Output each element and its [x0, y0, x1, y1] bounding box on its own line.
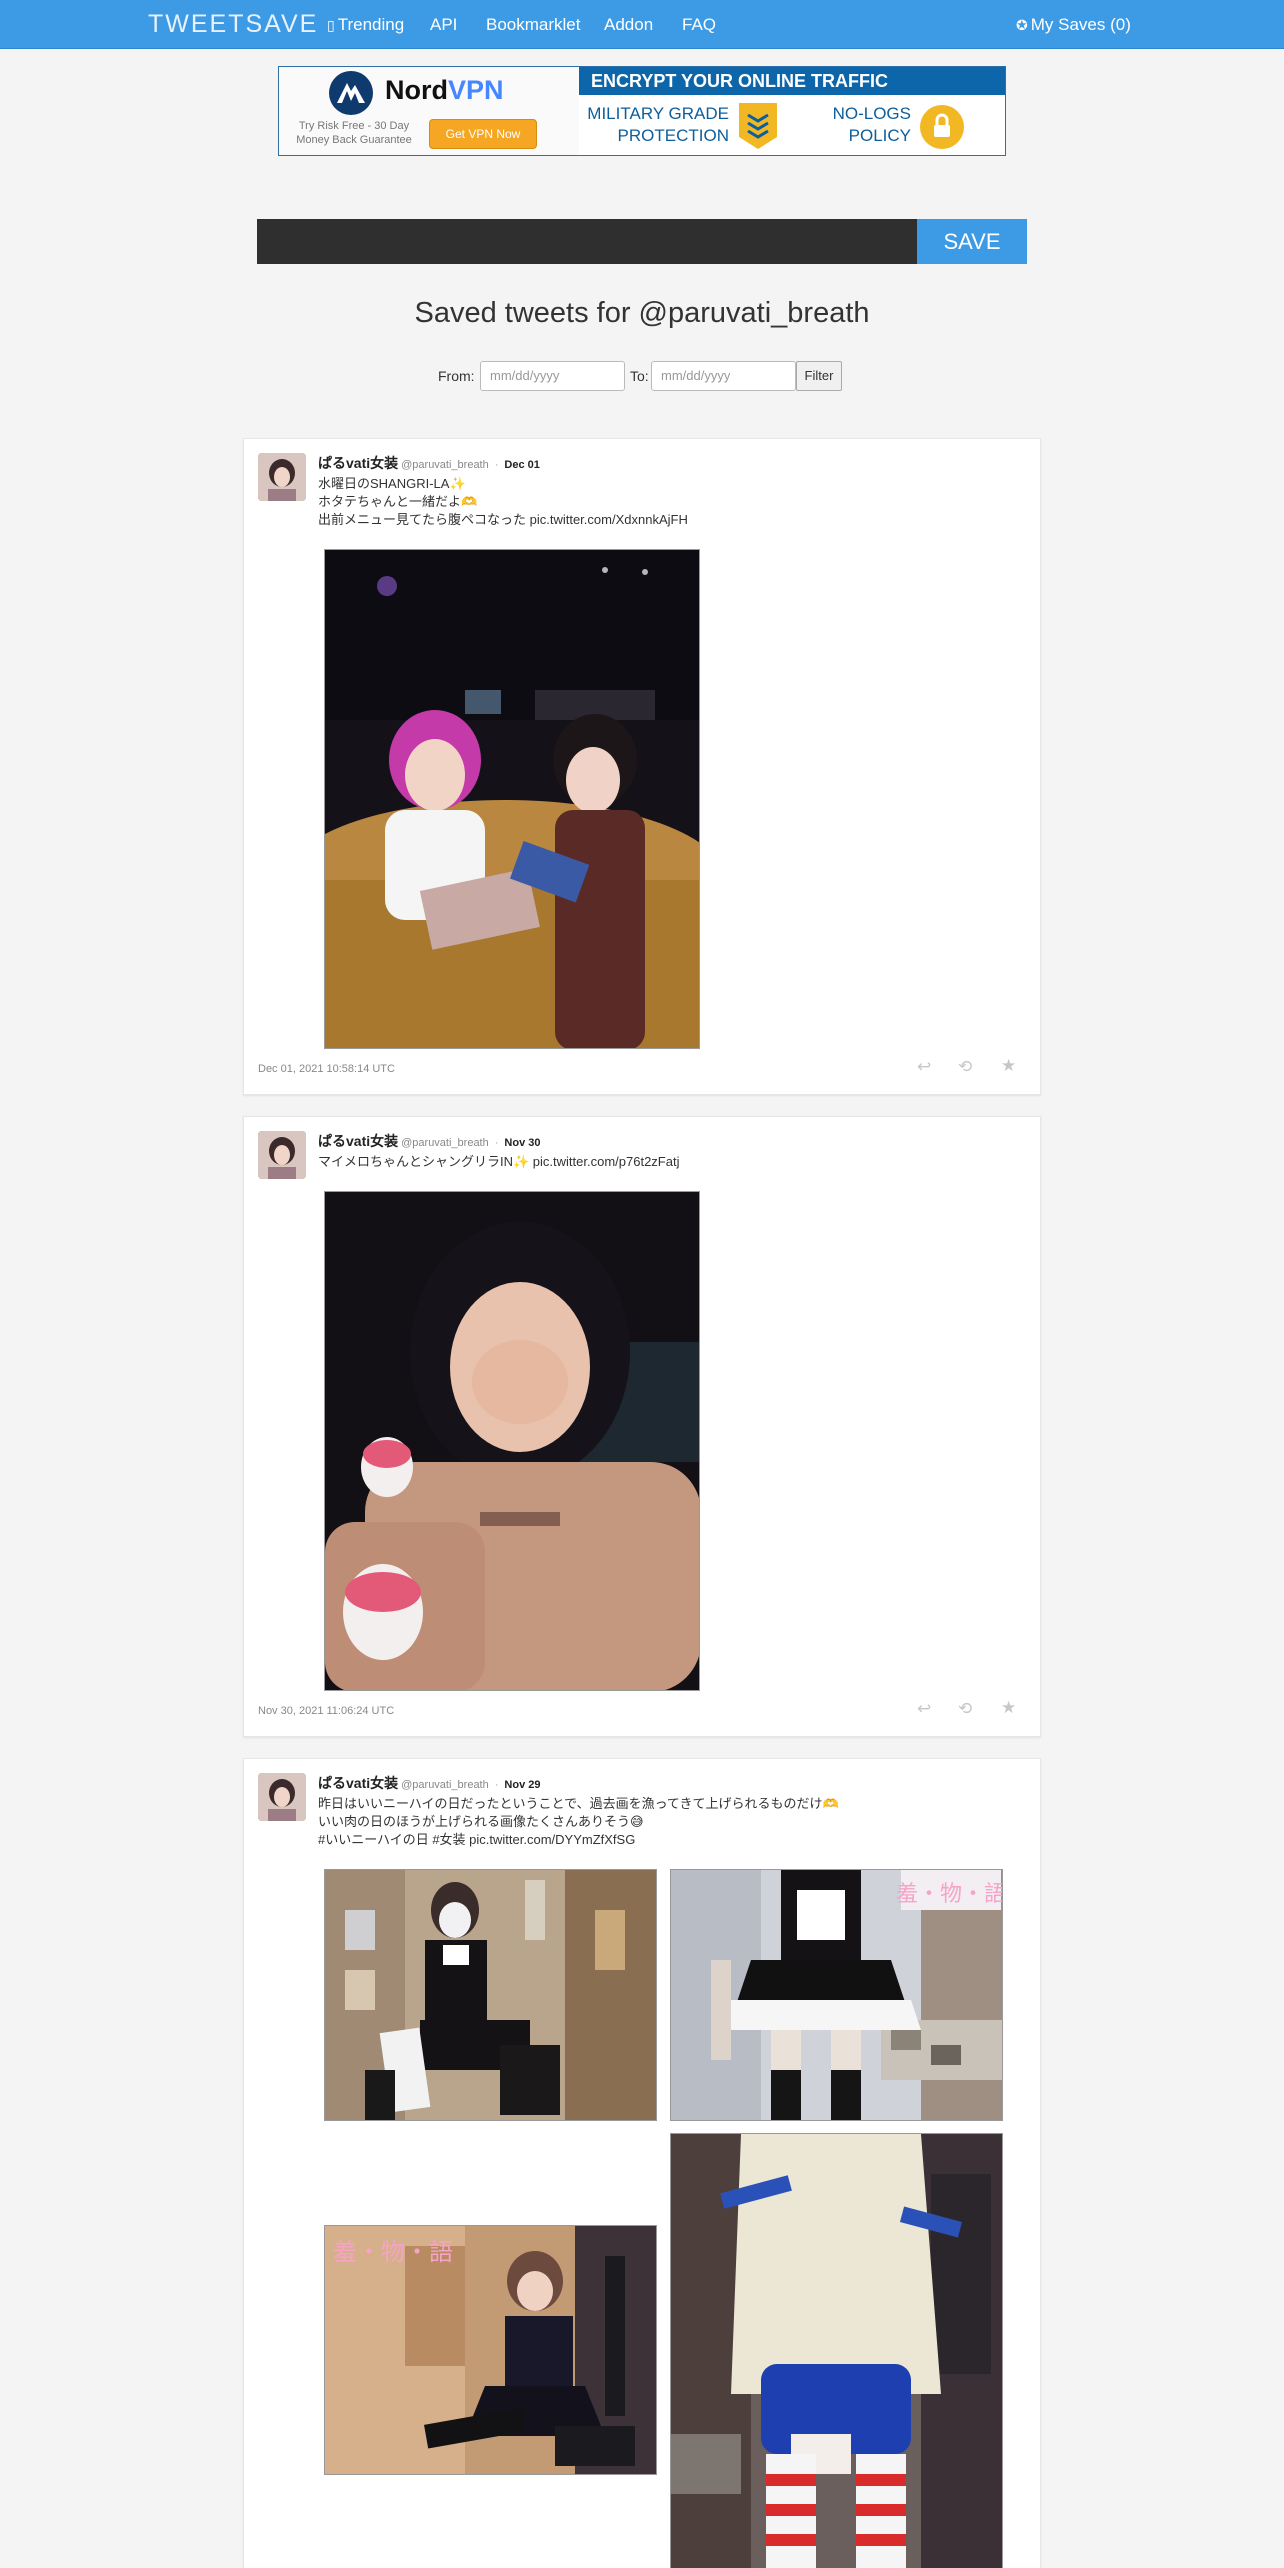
tweet-url-input[interactable]	[257, 219, 917, 264]
tweet-photo[interactable]	[324, 549, 700, 1049]
chevron-badge-icon	[735, 101, 781, 151]
tweet-author-name[interactable]: ぱるvati女装	[318, 455, 398, 471]
nordvpn-mountain-icon	[329, 71, 373, 115]
tweet-photo[interactable]: 羞・物・語	[670, 1869, 1003, 2121]
lock-shield-icon	[919, 101, 965, 151]
separator-dot: ·	[494, 459, 499, 471]
tweet-author-handle[interactable]: @paruvati_breath	[401, 1779, 489, 1791]
star-icon[interactable]: ★	[1001, 1056, 1016, 1076]
fire-icon: ▯	[327, 18, 335, 34]
nav-my-saves[interactable]: ✪ My Saves (0)	[1016, 15, 1131, 35]
save-tweet-form: SAVE	[257, 219, 1027, 264]
tweet-timestamp: Nov 30, 2021 11:06:24 UTC	[258, 1705, 395, 1717]
tweet-photo[interactable]: 羞・物・語	[324, 2225, 657, 2475]
date-filter: From: mm/dd/yyyy To: mm/dd/yyyy Filter	[0, 361, 1284, 391]
tweet-text: マイメロちゃんとシャングリラIN✨ pic.twitter.com/p76t2z…	[318, 1154, 680, 1169]
save-button[interactable]: SAVE	[917, 219, 1027, 264]
ad-left-panel: NordVPN Try Risk Free - 30 Day Money Bac…	[279, 67, 579, 155]
tweet-header: ぱるvati女装 @paruvati_breath · Nov 29	[318, 1773, 540, 1793]
tweet-timestamp: Dec 01, 2021 10:58:14 UTC	[258, 1063, 395, 1075]
avatar[interactable]	[258, 453, 306, 501]
reply-icon[interactable]: ↩	[917, 1699, 931, 1719]
tweet-text: 昨日はいいニーハイの日だったということで、過去画を漁ってきて上げられるものだけ🫶…	[318, 1796, 839, 1847]
tweet-text: 水曜日のSHANGRI-LA✨ ホタテちゃんと一緒だよ🫶 出前メニュー見てたら腹…	[318, 476, 688, 527]
my-saves-label: My Saves (0)	[1030, 15, 1131, 34]
tweet-photo[interactable]	[670, 2133, 1003, 2568]
nav-trending-label: Trending	[337, 15, 405, 34]
page-title: Saved tweets for @paruvati_breath	[414, 297, 870, 329]
image-watermark: 羞・物・語	[896, 1882, 1003, 1907]
ad-headline: ENCRYPT YOUR ONLINE TRAFFIC	[579, 67, 1005, 95]
top-navbar: TWEETSAVE ▯ Trending API Bookmarklet Addo…	[0, 0, 1284, 49]
image-watermark: 羞・物・語	[333, 2238, 453, 2266]
tweet-card: ぱるvati女装 @paruvati_breath · Dec 01 水曜日のSHAN…	[243, 438, 1041, 1095]
tweet-author-handle[interactable]: @paruvati_breath	[401, 459, 489, 471]
retweet-icon[interactable]: ⟲	[958, 1057, 972, 1077]
tweet-author-name[interactable]: ぱるvati女装	[318, 1133, 398, 1149]
to-label: To:	[630, 368, 649, 384]
star-icon[interactable]: ★	[1001, 1698, 1016, 1718]
tweet-photo[interactable]	[324, 1869, 657, 2121]
ad-right-panel: ENCRYPT YOUR ONLINE TRAFFIC MILITARY GRA…	[579, 67, 1005, 155]
filter-button[interactable]: Filter	[796, 361, 842, 391]
ad-tagline: Try Risk Free - 30 Day Money Back Guaran…	[296, 120, 412, 146]
tweet-date[interactable]: Nov 29	[504, 1779, 540, 1791]
nav-api[interactable]: API	[430, 15, 457, 35]
separator-dot: ·	[494, 1137, 499, 1149]
tweet-photo[interactable]	[324, 1191, 700, 1691]
ad-brand-a: Nord	[385, 75, 448, 105]
retweet-icon[interactable]: ⟲	[958, 1699, 972, 1719]
nordvpn-ad-banner[interactable]: NordVPN Try Risk Free - 30 Day Money Bac…	[278, 66, 1006, 156]
ad-brand-b: VPN	[448, 75, 504, 105]
avatar[interactable]	[258, 1131, 306, 1179]
tweet-card: ぱるvati女装 @paruvati_breath · Nov 30 マイメロちゃんと…	[243, 1116, 1041, 1737]
brand-logo[interactable]: TWEETSAVE	[148, 10, 318, 39]
ad-brand: NordVPN	[385, 75, 504, 106]
tweet-author-name[interactable]: ぱるvati女装	[318, 1775, 398, 1791]
tweet-date[interactable]: Nov 30	[504, 1137, 540, 1149]
tweet-date[interactable]: Dec 01	[504, 459, 539, 471]
nav-addon[interactable]: Addon	[604, 15, 653, 35]
from-label: From:	[438, 368, 475, 384]
tweet-header: ぱるvati女装 @paruvati_breath · Nov 30	[318, 1131, 540, 1151]
from-date-input[interactable]: mm/dd/yyyy	[480, 361, 625, 391]
reply-icon[interactable]: ↩	[917, 1057, 931, 1077]
nav-trending[interactable]: ▯ Trending	[327, 15, 404, 35]
separator-dot: ·	[494, 1779, 499, 1791]
tweet-author-handle[interactable]: @paruvati_breath	[401, 1137, 489, 1149]
avatar[interactable]	[258, 1773, 306, 1821]
ad-feature-nologs: NO-LOGS POLICY	[832, 104, 911, 145]
tweet-card: ぱるvati女装 @paruvati_breath · Nov 29 昨日はいいニーハ…	[243, 1758, 1041, 2568]
plus-circle-icon: ✪	[1016, 18, 1028, 34]
to-date-input[interactable]: mm/dd/yyyy	[651, 361, 796, 391]
ad-feature-military: MILITARY GRADE PROTECTION	[587, 104, 729, 145]
nav-faq[interactable]: FAQ	[682, 15, 716, 35]
nav-bookmarklet[interactable]: Bookmarklet	[486, 15, 580, 35]
tweet-header: ぱるvati女装 @paruvati_breath · Dec 01	[318, 453, 540, 473]
ad-get-vpn-button[interactable]: Get VPN Now	[429, 119, 537, 149]
